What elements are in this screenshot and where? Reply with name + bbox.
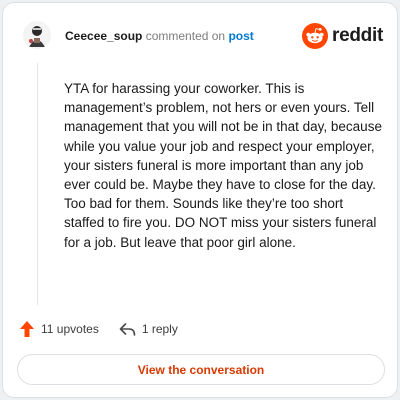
comment-header: Ceecee_soup commented on post reddit — [3, 3, 397, 69]
view-conversation-button[interactable]: View the conversation — [17, 354, 385, 385]
user-avatar[interactable] — [23, 21, 51, 49]
upvote-arrow-icon — [20, 321, 34, 337]
reply-count: 1 reply — [141, 322, 178, 336]
upvote-count: 11 upvotes — [41, 322, 99, 336]
comment-body: YTA for harassing your coworker. This is… — [64, 81, 382, 250]
username-link[interactable]: Ceecee_soup — [65, 29, 142, 43]
reply-button[interactable]: 1 reply — [119, 321, 178, 337]
action-text: commented on — [145, 29, 226, 43]
thread-line — [37, 63, 38, 305]
comment-card: Ceecee_soup commented on post reddit YTA… — [2, 2, 398, 398]
reply-arrow-icon — [119, 323, 136, 336]
reddit-snoo-icon — [302, 23, 329, 49]
reddit-logo[interactable]: reddit — [302, 22, 383, 50]
comment-meta: Ceecee_soup commented on post — [65, 28, 254, 44]
upvote-button[interactable]: 11 upvotes — [19, 320, 99, 338]
post-link[interactable]: post — [228, 29, 253, 43]
reddit-wordmark: reddit — [332, 25, 383, 46]
comment-actions: 11 upvotes 1 reply — [19, 319, 178, 339]
